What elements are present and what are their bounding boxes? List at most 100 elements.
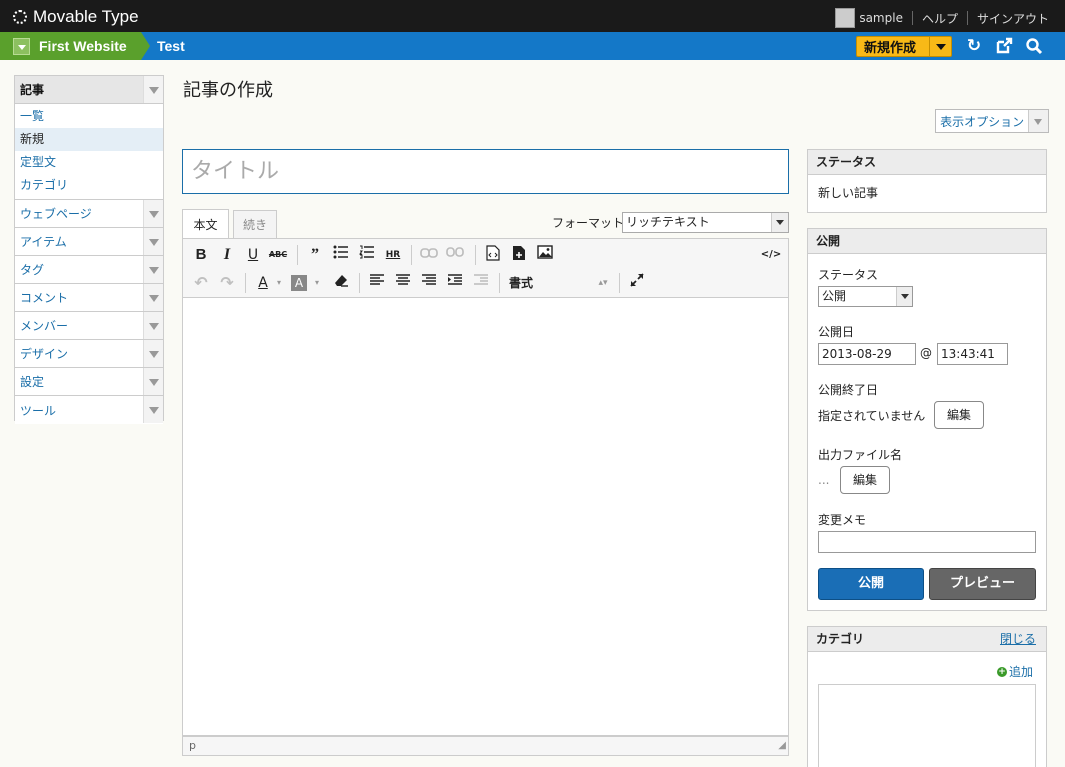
chevron-down-icon[interactable]	[143, 368, 163, 395]
sidebar-item-label[interactable]: 設定	[20, 373, 44, 390]
sidebar-subitem-list[interactable]: 一覧	[15, 105, 163, 128]
numbered-list-icon[interactable]	[357, 245, 377, 265]
chevron-down-icon[interactable]	[143, 256, 163, 283]
sidebar-item-webpages[interactable]: ウェブページ	[15, 200, 163, 228]
chevron-down-icon[interactable]	[929, 37, 951, 56]
format-select[interactable]: リッチテキスト	[622, 212, 789, 233]
background-color-icon[interactable]: A	[291, 275, 307, 291]
editor-area[interactable]	[182, 298, 789, 736]
change-note-input[interactable]	[818, 531, 1036, 553]
edit-unpublish-button[interactable]: 編集	[934, 401, 984, 429]
avatar[interactable]	[835, 8, 856, 28]
sidebar-item-design[interactable]: デザイン	[15, 340, 163, 368]
resize-handle-icon[interactable]: ◢	[778, 737, 786, 755]
sidebar-item-label[interactable]: コメント	[20, 289, 68, 306]
help-link[interactable]: ヘルプ	[922, 10, 958, 27]
source-code-icon[interactable]: </>	[759, 245, 783, 265]
sidebar-item-label[interactable]: メンバー	[20, 317, 68, 334]
publish-date-input[interactable]: 2013-08-29	[818, 343, 916, 365]
unlink-icon[interactable]	[445, 245, 465, 265]
chevron-down-icon[interactable]	[1028, 110, 1048, 132]
chevron-down-icon[interactable]	[896, 287, 912, 306]
display-options-button[interactable]: 表示オプション	[935, 109, 1049, 133]
chevron-down-icon[interactable]: ▾	[274, 273, 284, 293]
chevron-down-icon[interactable]	[143, 76, 163, 103]
sidebar-subitem-new[interactable]: 新規	[15, 128, 163, 151]
sidebar-subitem-boilerplate[interactable]: 定型文	[15, 151, 163, 174]
status-select-value[interactable]: 公開	[822, 289, 846, 303]
chevron-down-icon[interactable]	[143, 284, 163, 311]
sidebar-item-settings[interactable]: 設定	[15, 368, 163, 396]
sidebar-item-label[interactable]: ウェブページ	[20, 205, 92, 222]
display-options-label[interactable]: 表示オプション	[936, 113, 1028, 130]
sidebar-item-members[interactable]: メンバー	[15, 312, 163, 340]
status-select[interactable]: 公開	[818, 286, 913, 307]
website-selector[interactable]: First Website	[0, 32, 141, 60]
chevron-down-icon[interactable]	[143, 396, 163, 423]
blog-name[interactable]: Test	[157, 32, 185, 60]
insert-code-icon[interactable]	[483, 245, 503, 265]
refresh-icon[interactable]: ↻	[965, 37, 983, 55]
align-left-icon[interactable]	[367, 273, 387, 293]
format-block-select[interactable]: 書式	[509, 273, 599, 293]
chevron-down-icon[interactable]	[771, 213, 788, 232]
sidebar-item-label[interactable]: 記事	[20, 81, 44, 98]
redo-icon[interactable]: ↷	[217, 273, 237, 293]
align-right-icon[interactable]	[419, 273, 439, 293]
username-link[interactable]: sample	[859, 11, 903, 25]
sidebar-item-label[interactable]: アイテム	[20, 233, 67, 250]
eraser-icon[interactable]	[331, 273, 351, 293]
chevron-down-icon[interactable]	[143, 228, 163, 255]
insert-file-icon[interactable]	[509, 245, 529, 265]
sidebar-item-assets[interactable]: アイテム	[15, 228, 163, 256]
tab-label[interactable]: 本文	[193, 216, 217, 233]
app-logo[interactable]: Movable Type	[13, 7, 139, 27]
new-button[interactable]: 新規作成	[856, 36, 952, 57]
sidebar-subitem-category[interactable]: カテゴリ	[15, 174, 163, 197]
publish-button[interactable]: 公開	[818, 568, 924, 600]
undo-icon[interactable]: ↶	[191, 273, 211, 293]
chevron-down-icon[interactable]	[143, 312, 163, 339]
category-list[interactable]	[818, 684, 1036, 767]
image-icon[interactable]	[535, 245, 555, 265]
text-color-icon[interactable]: A	[253, 273, 273, 293]
indent-icon[interactable]	[445, 273, 465, 293]
search-icon[interactable]	[1025, 37, 1043, 55]
chevron-down-icon[interactable]	[13, 37, 30, 55]
chevron-down-icon[interactable]	[143, 340, 163, 367]
align-center-icon[interactable]	[393, 273, 413, 293]
edit-filename-button[interactable]: 編集	[840, 466, 890, 494]
tab-more[interactable]: 続き	[233, 210, 277, 238]
add-category-link[interactable]: + 追加	[997, 663, 1033, 680]
website-name[interactable]: First Website	[39, 38, 127, 54]
close-link[interactable]: 閉じる	[1000, 627, 1036, 651]
format-value[interactable]: リッチテキスト	[626, 215, 710, 229]
updown-icon[interactable]: ▴▾	[597, 273, 609, 293]
outdent-icon[interactable]	[471, 273, 491, 293]
link-icon[interactable]	[419, 245, 439, 265]
publish-time-input[interactable]: 13:43:41	[937, 343, 1008, 365]
preview-button[interactable]: プレビュー	[929, 568, 1036, 600]
sidebar-item-entries[interactable]: 記事	[15, 76, 163, 104]
chevron-down-icon[interactable]: ▾	[312, 273, 322, 293]
sidebar-item-label[interactable]: タグ	[20, 261, 44, 278]
bullet-list-icon[interactable]	[331, 245, 351, 265]
sidebar-item-tools[interactable]: ツール	[15, 396, 163, 424]
blockquote-icon[interactable]: ”	[305, 245, 325, 265]
strikethrough-icon[interactable]: ABC	[267, 245, 289, 265]
signout-link[interactable]: サインアウト	[977, 10, 1049, 27]
sidebar-item-label[interactable]: デザイン	[20, 345, 68, 362]
tab-body[interactable]: 本文	[182, 209, 229, 239]
sidebar-item-tags[interactable]: タグ	[15, 256, 163, 284]
fullscreen-icon[interactable]	[627, 273, 647, 293]
sidebar-item-comments[interactable]: コメント	[15, 284, 163, 312]
add-category-label[interactable]: 追加	[1009, 663, 1033, 680]
bold-icon[interactable]: B	[191, 245, 211, 265]
horizontal-rule-icon[interactable]: HR	[383, 245, 403, 265]
external-link-icon[interactable]	[995, 37, 1013, 55]
underline-icon[interactable]: U	[243, 245, 263, 265]
chevron-down-icon[interactable]	[143, 200, 163, 227]
new-button-label[interactable]: 新規作成	[857, 37, 929, 56]
tab-label[interactable]: 続き	[243, 216, 267, 233]
title-input[interactable]: タイトル	[182, 149, 789, 194]
